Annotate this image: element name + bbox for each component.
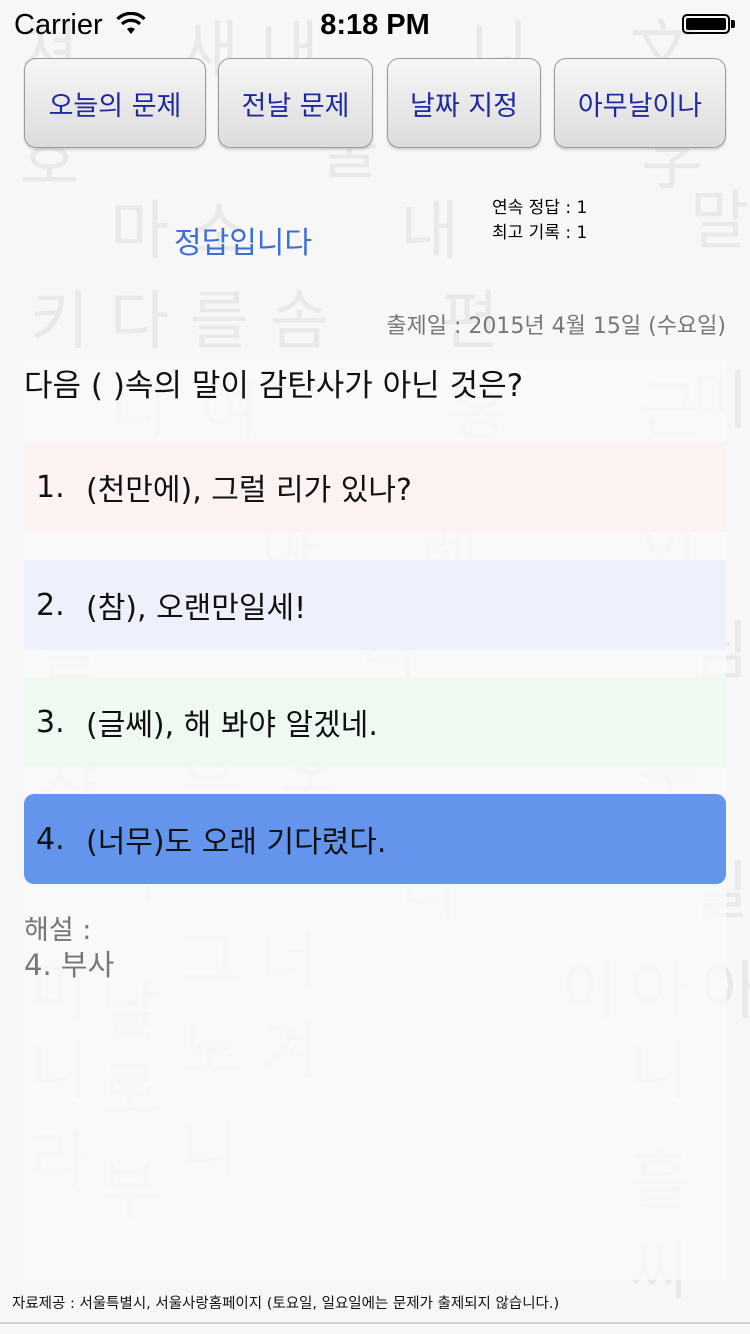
answer-option-1[interactable]: 1. (천만에), 그럴 리가 있나? — [24, 442, 726, 532]
footer-divider — [0, 1322, 750, 1324]
option-text: (참), 오랜만일세! — [86, 591, 307, 626]
answer-option-2[interactable]: 2. (참), 오랜만일세! — [24, 560, 726, 650]
issue-date: 출제일 : 2015년 4월 15일 (수요일) — [386, 314, 726, 339]
pick-date-button[interactable]: 날짜 지정 — [387, 58, 541, 148]
best-streak: 최고 기록 : 1 — [492, 223, 588, 243]
option-number: 4. — [36, 821, 65, 857]
option-text: (글쎄), 해 봐야 알겠네. — [86, 708, 378, 743]
answer-option-3[interactable]: 3. (글쎄), 해 봐야 알겠네. — [24, 677, 726, 767]
current-streak: 연속 정답 : 1 — [492, 198, 588, 218]
option-number: 3. — [36, 704, 65, 740]
battery-icon — [682, 14, 738, 36]
previous-day-button[interactable]: 전날 문제 — [218, 58, 373, 148]
option-number: 2. — [36, 587, 65, 623]
explanation-body: 4. 부사 — [24, 948, 115, 982]
footer-credit: 자료제공 : 서울특별시, 서울사랑홈페이지 (토요일, 일요일에는 문제가 출… — [12, 1296, 560, 1312]
result-message: 정답입니다 — [174, 226, 312, 261]
status-bar: Carrier 8:18 PM — [0, 0, 750, 50]
option-number: 1. — [36, 469, 65, 505]
answer-option-4-selected[interactable]: 4. (너무)도 오래 기다렸다. — [24, 794, 726, 884]
random-day-button[interactable]: 아무날이나 — [554, 58, 726, 148]
question-text: 다음 ( )속의 말이 감탄사가 아닌 것은? — [24, 368, 524, 404]
option-text: (너무)도 오래 기다렸다. — [86, 825, 387, 860]
option-text: (천만에), 그럴 리가 있나? — [86, 473, 412, 508]
status-time: 8:18 PM — [320, 9, 430, 41]
streak-info: 연속 정답 : 1 최고 기록 : 1 — [492, 196, 587, 246]
today-question-button[interactable]: 오늘의 문제 — [24, 58, 206, 148]
